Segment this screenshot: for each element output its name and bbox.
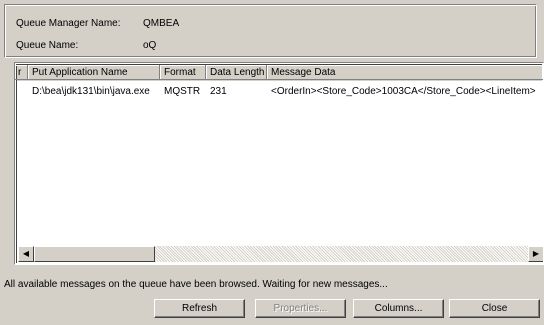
column-header-message-data[interactable]: Message Data bbox=[267, 65, 543, 80]
refresh-button[interactable]: Refresh bbox=[154, 299, 245, 318]
message-list[interactable]: r Put Application Name Format Data Lengt… bbox=[14, 62, 544, 265]
cell-put-application-name: D:\bea\jdk131\bin\java.exe bbox=[32, 86, 150, 97]
queue-name-label: Queue Name: bbox=[16, 40, 79, 51]
cell-format: MQSTR bbox=[164, 86, 201, 97]
queue-name-value: oQ bbox=[143, 40, 157, 51]
horizontal-scrollbar[interactable]: ◀ ▶ bbox=[18, 246, 543, 262]
queue-manager-value: QMBEA bbox=[143, 18, 180, 29]
list-header: r Put Application Name Format Data Lengt… bbox=[15, 65, 543, 81]
queue-info-group: Queue Manager Name: QMBEA Queue Name: oQ bbox=[4, 4, 537, 58]
cell-data-length: 231 bbox=[210, 86, 227, 97]
scroll-left-button[interactable]: ◀ bbox=[18, 246, 34, 262]
scroll-thumb[interactable] bbox=[34, 246, 155, 262]
left-arrow-icon: ◀ bbox=[22, 249, 30, 258]
queue-manager-label: Queue Manager Name: bbox=[16, 18, 121, 29]
cell-message-data: <OrderIn><Store_Code>1003CA</Store_Code>… bbox=[271, 86, 536, 97]
column-header-data-length[interactable]: Data Length bbox=[206, 65, 267, 80]
columns-button[interactable]: Columns... bbox=[353, 299, 444, 318]
scroll-right-button[interactable]: ▶ bbox=[528, 246, 543, 262]
status-text: All available messages on the queue have… bbox=[4, 279, 388, 290]
right-arrow-icon: ▶ bbox=[532, 249, 540, 258]
column-header-put-application-name[interactable]: Put Application Name bbox=[28, 65, 160, 80]
column-header-format[interactable]: Format bbox=[160, 65, 206, 80]
message-browser-window: Queue Manager Name: QMBEA Queue Name: oQ… bbox=[0, 0, 544, 325]
close-button[interactable]: Close bbox=[449, 299, 540, 318]
properties-button[interactable]: Properties... bbox=[255, 299, 346, 318]
column-header-r[interactable]: r bbox=[15, 65, 28, 80]
